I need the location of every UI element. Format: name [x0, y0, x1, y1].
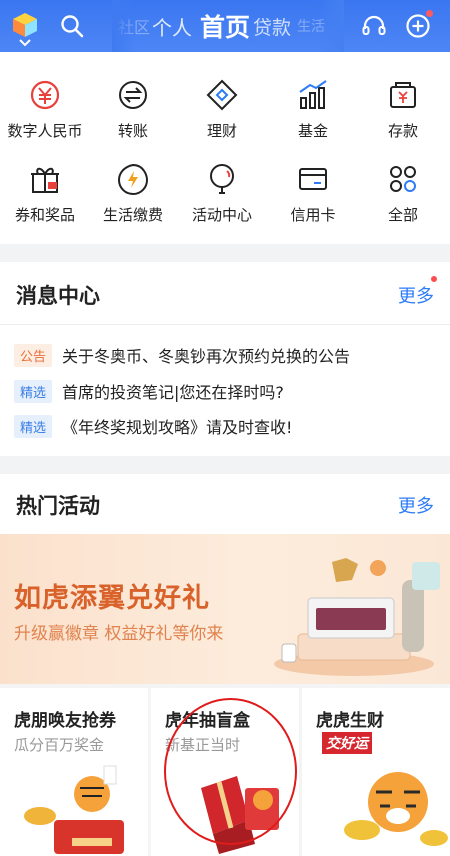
message-item[interactable]: 精选 首席的投资笔记|您还在择时吗?: [14, 379, 284, 403]
notice-tag: 公告: [14, 343, 53, 367]
message-center-title: 消息中心: [16, 284, 100, 308]
credit-card-icon: [299, 168, 327, 190]
tile-subtitle: 瓜分百万奖金: [14, 736, 105, 754]
service-label: 数字人民币: [7, 122, 83, 140]
service-fund[interactable]: 基金: [268, 78, 358, 158]
service-wealth[interactable]: 理财: [177, 78, 267, 158]
transfer-icon: [119, 81, 147, 109]
activity-center-icon: [210, 164, 234, 194]
service-transfer[interactable]: 转账: [88, 78, 178, 158]
activity-tile-blind-box[interactable]: 虎年抽盲盒 新基正当时: [151, 688, 299, 856]
all-services-icon: [390, 166, 416, 192]
divider: [0, 324, 450, 325]
service-label: 信用卡: [290, 206, 336, 224]
add-icon[interactable]: [405, 13, 431, 39]
service-label: 基金: [297, 122, 328, 140]
activity-tile-invite-friends[interactable]: 虎朋唤友抢券 瓜分百万奖金: [0, 688, 148, 856]
tabs-fade-left: [112, 0, 136, 52]
quick-services: 数字人民币 转账 理财 基金 存款 券和奖品 生活缴费 活动中心 信用卡 全部: [0, 52, 450, 244]
activity-tiles: 虎朋唤友抢券 瓜分百万奖金 虎年抽盲盒 新基正当时 虎虎生财 交好运: [0, 684, 450, 856]
deposit-icon: [390, 82, 416, 108]
coupon-icon: [31, 167, 59, 193]
digital-rmb-icon: [30, 80, 60, 110]
blind-box-illustration: [201, 776, 279, 854]
service-bill-pay[interactable]: 生活缴费: [88, 162, 178, 242]
tiger-coins-illustration: [24, 765, 124, 854]
tile-title: 虎朋唤友抢券: [14, 711, 116, 731]
service-label: 存款: [387, 122, 418, 140]
tabs-fade-right: [318, 0, 344, 52]
tab-loan[interactable]: 贷款: [253, 0, 291, 52]
service-label: 理财: [206, 122, 237, 140]
message-center-more-link[interactable]: 更多: [398, 282, 434, 308]
service-activity-center[interactable]: 活动中心: [177, 162, 267, 242]
message-text: 《年终奖规划攻略》请及时查收!: [62, 418, 293, 437]
tile-subtitle: 新基正当时: [165, 736, 241, 754]
promo-banner[interactable]: 如虎添翼兑好礼 升级赢徽章 权益好礼等你来: [0, 534, 450, 684]
notification-dot: [426, 10, 433, 17]
hot-activities-card: 热门活动 更多 如虎添翼兑好礼 升级赢徽章 权益好礼等你来 虎朋唤友抢券 瓜分百…: [0, 474, 450, 856]
message-item[interactable]: 公告 关于冬奥币、冬奥钞再次预约兑换的公告: [14, 343, 350, 367]
bill-pay-icon: [117, 163, 149, 195]
featured-tag: 精选: [14, 379, 53, 403]
service-label: 全部: [387, 206, 418, 224]
chevron-down-icon[interactable]: [18, 39, 32, 47]
tab-home[interactable]: 首页: [200, 0, 250, 52]
hot-activities-more-link[interactable]: 更多: [398, 492, 434, 518]
search-icon[interactable]: [60, 14, 84, 38]
headset-icon[interactable]: [361, 14, 387, 38]
top-bar: 社区 个人 首页 贷款 生活: [0, 0, 450, 52]
message-item[interactable]: 精选 《年终奖规划攻略》请及时查收!: [14, 414, 292, 438]
service-label: 券和奖品: [14, 206, 75, 224]
new-message-dot: [431, 276, 437, 282]
service-deposit[interactable]: 存款: [358, 78, 448, 158]
tiger-gold-illustration: [344, 772, 448, 846]
good-luck-badge: 交好运: [322, 732, 372, 754]
tab-personal[interactable]: 个人: [152, 0, 192, 52]
tile-title: 虎年抽盲盒: [165, 711, 250, 731]
message-text: 首席的投资笔记|您还在择时吗?: [62, 383, 284, 402]
tile-title: 虎虎生财: [316, 711, 384, 731]
service-digital-rmb[interactable]: 数字人民币: [0, 78, 90, 158]
hot-activities-title: 热门活动: [16, 494, 100, 518]
fund-icon: [299, 80, 327, 109]
service-all[interactable]: 全部: [358, 162, 448, 242]
message-center-card: 消息中心 更多 公告 关于冬奥币、冬奥钞再次预约兑换的公告 精选 首席的投资笔记…: [0, 262, 450, 456]
activity-tile-tiger-wealth[interactable]: 虎虎生财 交好运: [302, 688, 450, 856]
wealth-icon: [206, 79, 238, 111]
service-coupon[interactable]: 券和奖品: [0, 162, 90, 242]
app-logo-icon[interactable]: [12, 12, 38, 38]
service-label: 生活缴费: [102, 206, 163, 224]
service-label: 活动中心: [191, 206, 252, 224]
channel-tabs: 社区 个人 首页 贷款 生活: [112, 0, 342, 52]
service-label: 转账: [117, 122, 148, 140]
service-credit-card[interactable]: 信用卡: [268, 162, 358, 242]
banner-subtitle: 升级赢徽章 权益好礼等你来: [14, 624, 224, 644]
banner-title: 如虎添翼兑好礼: [14, 583, 210, 614]
message-text: 关于冬奥币、冬奥钞再次预约兑换的公告: [62, 347, 351, 366]
banner-prizes-illustration: [274, 558, 440, 676]
featured-tag: 精选: [14, 414, 53, 438]
